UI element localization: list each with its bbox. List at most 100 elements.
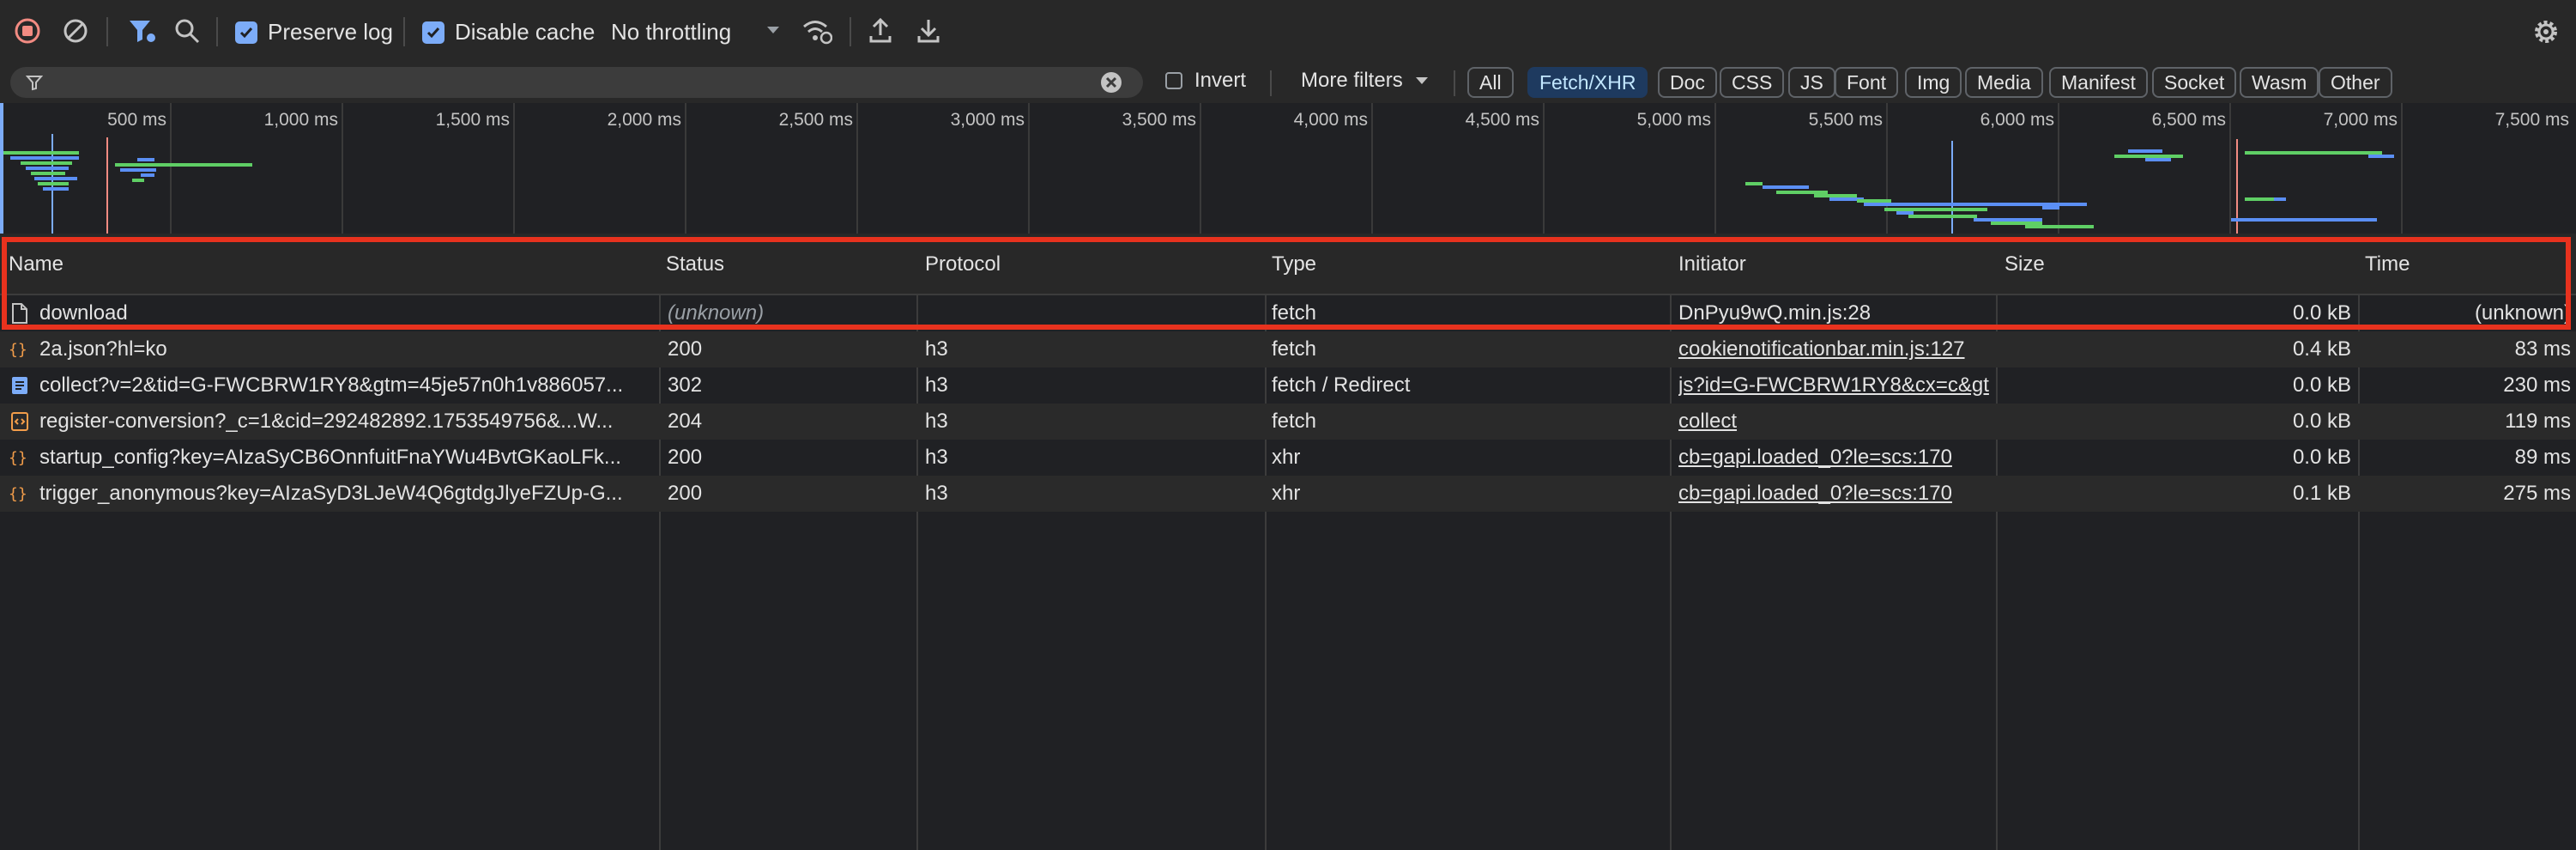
more-filters-dropdown[interactable]: More filters: [1301, 69, 1429, 93]
table-row[interactable]: {} trigger_anonymous?key=AIzaSyD3LJeW4Q6…: [0, 476, 2576, 512]
clear-filter-icon[interactable]: [1100, 71, 1122, 94]
waterfall-bar: [2368, 155, 2394, 158]
type-filter-css[interactable]: CSS: [1720, 67, 1785, 98]
column-header-time[interactable]: Time: [2365, 252, 2410, 276]
overview-tick: 3,000 ms: [950, 110, 1025, 130]
table-row[interactable]: {} 2a.json?hl=ko 200 h3 fetch cookienoti…: [0, 331, 2576, 367]
waterfall-bar: [2274, 197, 2286, 201]
column-header-name[interactable]: Name: [9, 252, 63, 276]
stop-recording-icon[interactable]: [14, 17, 41, 45]
column-header-protocol[interactable]: Protocol: [925, 252, 1001, 276]
type-filter-font[interactable]: Font: [1835, 67, 1899, 98]
waterfall-bar: [26, 167, 69, 170]
request-size: 0.0 kB: [2292, 410, 2351, 433]
json-icon: {}: [9, 483, 31, 503]
request-protocol: h3: [925, 482, 948, 505]
overview-tick: 4,000 ms: [1293, 110, 1368, 130]
overview-tick: 5,500 ms: [1808, 110, 1883, 130]
waterfall-bar: [2025, 225, 2094, 228]
request-name[interactable]: trigger_anonymous?key=AIzaSyD3LJeW4Q6gtd…: [39, 482, 654, 506]
request-protocol: h3: [925, 373, 948, 397]
requests-table: Name Status Protocol Type Initiator Size…: [0, 234, 2576, 850]
overview-gridline: [1886, 103, 1888, 234]
clear-icon[interactable]: [62, 17, 89, 45]
request-name[interactable]: startup_config?key=AIzaSyCB6OnnfuitFnaYW…: [39, 446, 654, 470]
type-filter-media[interactable]: Media: [1965, 67, 2043, 98]
document-icon: [10, 303, 29, 324]
request-initiator[interactable]: cb=gapi.loaded_0?le=scs:170: [1678, 446, 1989, 470]
settings-gear-icon[interactable]: [2531, 17, 2561, 46]
overview-tick: 500 ms: [107, 110, 166, 130]
request-initiator[interactable]: collect: [1678, 410, 1989, 434]
table-row[interactable]: {} startup_config?key=AIzaSyCB6OnnfuitFn…: [0, 440, 2576, 476]
type-filter-js[interactable]: JS: [1788, 67, 1835, 98]
filter-input[interactable]: [10, 67, 1143, 98]
column-header-type[interactable]: Type: [1272, 252, 1316, 276]
type-filter-other[interactable]: Other: [2319, 67, 2392, 98]
network-conditions-icon[interactable]: [801, 17, 832, 45]
waterfall-bar: [10, 156, 79, 160]
waterfall-bar: [2145, 158, 2171, 161]
table-row[interactable]: download (unknown) fetch DnPyu9wQ.min.js…: [0, 295, 2576, 331]
overview-tick: 6,000 ms: [1980, 110, 2054, 130]
request-type: xhr: [1272, 446, 1301, 469]
type-filter-manifest[interactable]: Manifest: [2049, 67, 2148, 98]
dom-content-loaded-marker: [1951, 141, 1953, 234]
request-initiator[interactable]: DnPyu9wQ.min.js:28: [1678, 301, 1989, 325]
request-time: 89 ms: [2514, 446, 2571, 469]
import-har-icon[interactable]: [867, 17, 894, 45]
table-row[interactable]: collect?v=2&tid=G-FWCBRW1RY8&gtm=45je57n…: [0, 367, 2576, 404]
type-filter-doc[interactable]: Doc: [1658, 67, 1717, 98]
waterfall-bar: [1763, 185, 1809, 189]
column-header-size[interactable]: Size: [2005, 252, 2045, 276]
request-initiator[interactable]: js?id=G-FWCBRW1RY8&cx=c&gt: [1678, 373, 1996, 398]
request-name[interactable]: 2a.json?hl=ko: [39, 337, 654, 361]
request-protocol: h3: [925, 337, 948, 361]
table-row[interactable]: register-conversion?_c=1&cid=292482892.1…: [0, 404, 2576, 440]
type-filter-img[interactable]: Img: [1905, 67, 1962, 98]
request-name[interactable]: download: [39, 301, 654, 325]
selection-bracket[interactable]: [0, 103, 3, 234]
overview-tick: 1,500 ms: [435, 110, 510, 130]
request-size: 0.0 kB: [2292, 373, 2351, 397]
request-protocol: h3: [925, 446, 948, 469]
network-toolbar: Preserve log Disable cache No throttling: [0, 0, 2576, 65]
svg-text:{}: {}: [9, 485, 27, 503]
overview-tick: 3,500 ms: [1122, 110, 1196, 130]
type-filter-wasm[interactable]: Wasm: [2240, 67, 2319, 98]
column-header-status[interactable]: Status: [666, 252, 724, 276]
overview-gridline: [170, 103, 172, 234]
request-size: 0.4 kB: [2292, 337, 2351, 361]
waterfall-bar: [38, 182, 69, 185]
request-time: 119 ms: [2505, 410, 2571, 433]
network-overview[interactable]: 500 ms 1,000 ms 1,500 ms 2,000 ms 2,500 …: [0, 103, 2576, 235]
column-header-initiator[interactable]: Initiator: [1678, 252, 1746, 276]
type-filter-fetch-xhr[interactable]: Fetch/XHR: [1527, 67, 1648, 98]
filter-icon[interactable]: [127, 17, 156, 45]
request-type: fetch: [1272, 301, 1317, 325]
export-har-icon[interactable]: [915, 17, 942, 45]
request-type: xhr: [1272, 482, 1301, 505]
filter-bar: Invert More filters All Fetch/XHR Doc CS…: [0, 64, 2576, 105]
waterfall-bar: [2231, 218, 2377, 222]
type-filter-all[interactable]: All: [1467, 67, 1514, 98]
request-name[interactable]: collect?v=2&tid=G-FWCBRW1RY8&gtm=45je57n…: [39, 373, 654, 398]
invert-checkbox[interactable]: Invert: [1165, 69, 1246, 93]
preserve-log-checkbox[interactable]: Preserve log: [235, 19, 393, 46]
waterfall-bar: [115, 163, 252, 167]
waterfall-bar: [2128, 149, 2162, 153]
request-size: 0.0 kB: [2292, 446, 2351, 469]
overview-gridline: [1714, 103, 1716, 234]
type-filter-socket[interactable]: Socket: [2152, 67, 2237, 98]
disable-cache-checkbox[interactable]: Disable cache: [422, 19, 595, 46]
request-initiator[interactable]: cb=gapi.loaded_0?le=scs:170: [1678, 482, 1989, 506]
request-initiator[interactable]: cookienotificationbar.min.js:127: [1678, 337, 1989, 361]
request-status: 200: [668, 337, 703, 361]
overview-tick: 7,000 ms: [2323, 110, 2398, 130]
request-name[interactable]: register-conversion?_c=1&cid=292482892.1…: [39, 410, 654, 434]
search-icon[interactable]: [173, 17, 201, 45]
request-status: (unknown): [668, 301, 765, 325]
throttling-select[interactable]: No throttling: [611, 19, 783, 46]
request-type: fetch: [1272, 337, 1317, 361]
overview-tick: 2,000 ms: [607, 110, 681, 130]
